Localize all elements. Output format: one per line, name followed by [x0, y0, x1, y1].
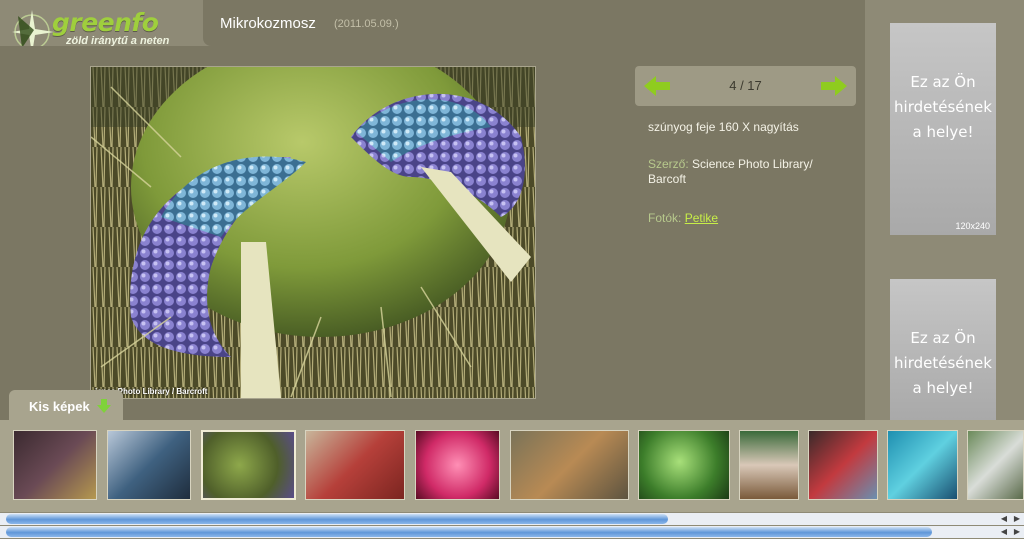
logo-wordmark: greenfo — [52, 8, 159, 37]
scroll-right-icon[interactable]: ▶ — [1011, 526, 1023, 538]
image-author: Szerző: Science Photo Library/ Barcoft — [648, 157, 838, 187]
scrollbar-thumb[interactable] — [6, 527, 932, 537]
page-scrollbar[interactable]: ◀ ▶ — [0, 526, 1024, 538]
thumbnail[interactable] — [808, 430, 878, 500]
page-header: Mikrokozmosz (2011.05.09.) — [203, 0, 865, 46]
scroll-left-icon[interactable]: ◀ — [998, 513, 1010, 525]
next-arrow-icon[interactable] — [821, 76, 847, 96]
thumbnail[interactable] — [739, 430, 799, 500]
page-title: Mikrokozmosz — [220, 15, 316, 32]
thumbnail[interactable] — [13, 430, 97, 500]
ad-banner-1[interactable]: Ez az Ön hirdetésének a helye! 120x240 — [890, 23, 996, 235]
image-caption: szúnyog feje 160 X nagyítás — [648, 120, 799, 134]
thumbnail[interactable] — [415, 430, 500, 500]
thumbnail-scrollbar[interactable]: ◀ ▶ — [0, 513, 1024, 525]
photos-author-link[interactable]: Petike — [685, 211, 718, 225]
thumbnail[interactable] — [887, 430, 958, 500]
thumbnail[interactable] — [510, 430, 629, 500]
photos-label: Fotók: — [648, 211, 682, 225]
thumbnail[interactable] — [305, 430, 405, 500]
ad-size: 120x240 — [955, 221, 990, 231]
arrow-down-icon — [97, 399, 111, 413]
ad-banner-2[interactable]: Ez az Ön hirdetésének a helye! — [890, 279, 996, 420]
scroll-right-icon[interactable]: ▶ — [1011, 513, 1023, 525]
thumbnail[interactable] — [107, 430, 191, 500]
mosquito-head-image — [91, 67, 535, 398]
image-pager: 4 / 17 — [635, 66, 856, 106]
scroll-left-icon[interactable]: ◀ — [998, 526, 1010, 538]
main-photo[interactable]: ience Photo Library / Barcroft — [90, 66, 536, 399]
ad-text: Ez az Ön hirdetésének a helye! — [894, 73, 992, 141]
scrollbar-thumb[interactable] — [6, 514, 668, 524]
author-label: Szerző: — [648, 157, 689, 171]
image-photos: Fotók: Petike — [648, 211, 718, 225]
thumbnail[interactable] — [638, 430, 730, 500]
ad-text: Ez az Ön hirdetésének a helye! — [894, 329, 992, 397]
thumbnail[interactable] — [201, 430, 296, 500]
thumbnail[interactable] — [967, 430, 1024, 500]
thumbnails-tab-label: Kis képek — [29, 399, 90, 414]
thumbnails-tab[interactable]: Kis képek — [9, 390, 123, 420]
page-date: (2011.05.09.) — [334, 18, 399, 30]
